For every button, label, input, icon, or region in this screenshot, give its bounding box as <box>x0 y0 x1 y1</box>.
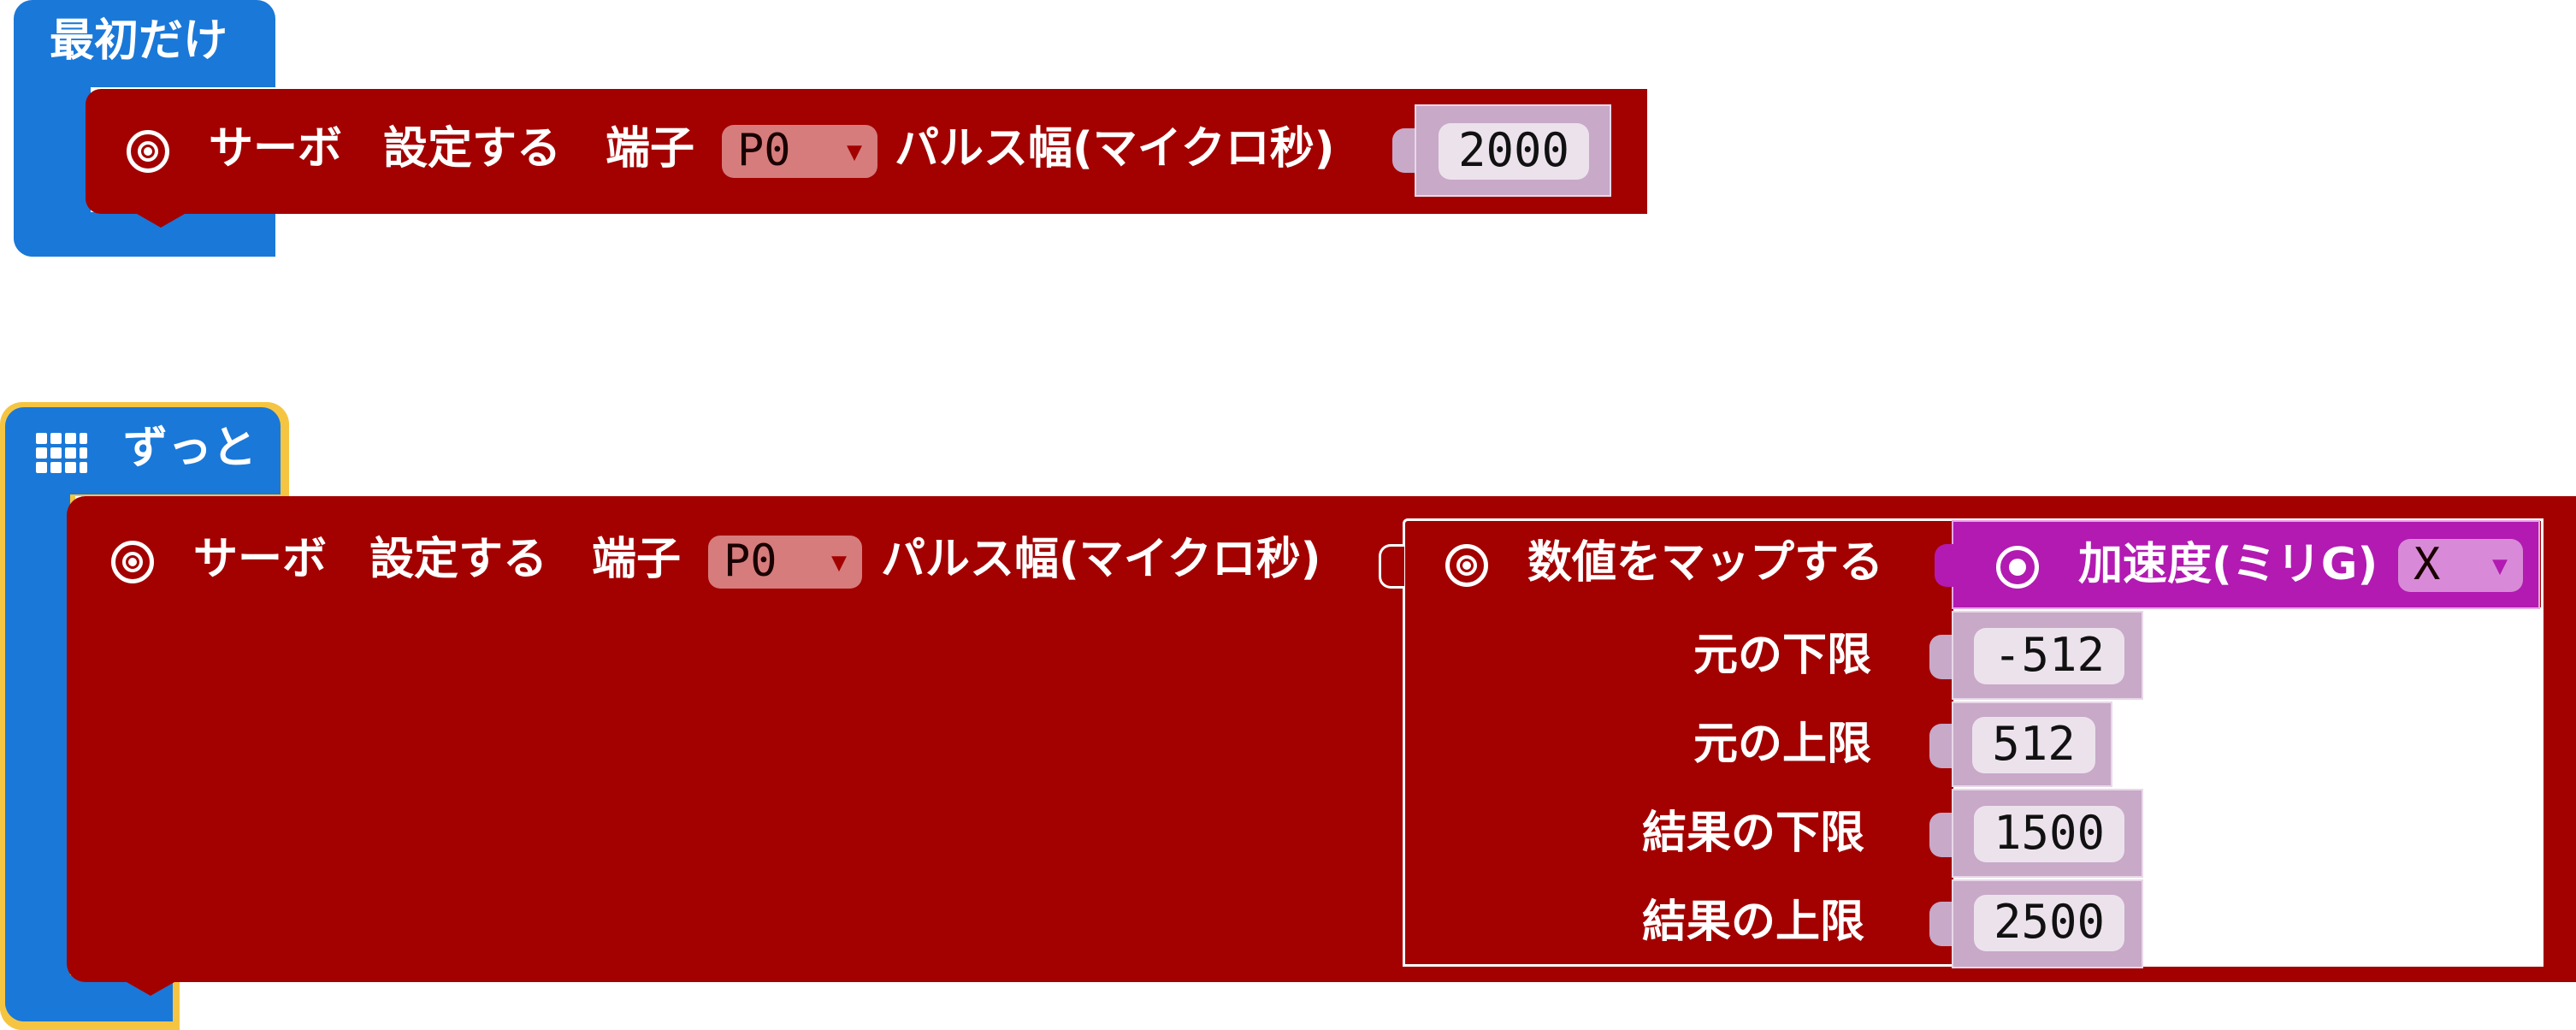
pulse-number-input[interactable]: 2000 <box>1439 123 1589 180</box>
pin-label: 端子 <box>606 123 695 175</box>
accel-label: 加速度(ミリG) <box>2078 539 2378 590</box>
to-high-input[interactable]: 2500 <box>1974 895 2124 951</box>
to-low-label: 結果の下限 <box>1642 808 1865 859</box>
map-input-connector <box>1379 544 1404 589</box>
from-low-input[interactable]: -512 <box>1974 628 2124 684</box>
target-icon-dot <box>144 147 152 156</box>
forever-body-left <box>5 479 70 1021</box>
target-icon-dot <box>1462 561 1471 570</box>
pin-dropdown[interactable]: P0 ▼ <box>722 125 877 178</box>
chevron-down-icon: ▼ <box>2491 551 2508 581</box>
block-notch <box>127 982 174 996</box>
from-low-label: 元の下限 <box>1693 630 1872 681</box>
pulse-label: パルス幅(マイクロ秒) <box>895 123 1335 175</box>
accel-connector <box>1935 544 1959 587</box>
chevron-down-icon: ▼ <box>830 548 847 577</box>
axis-dropdown[interactable]: X ▼ <box>2398 539 2523 592</box>
set-label: 設定する <box>383 123 562 175</box>
axis-value: X <box>2414 539 2441 590</box>
set-label: 設定する <box>369 534 548 585</box>
servo-label: サーボ <box>209 123 343 175</box>
pin-value: P0 <box>737 125 791 176</box>
pin-label: 端子 <box>592 534 682 585</box>
pin-dropdown[interactable]: P0 ▼ <box>708 536 862 589</box>
target-icon-dot <box>128 558 137 566</box>
from-high-input[interactable]: 512 <box>1972 717 2095 773</box>
pulse-label: パルス幅(マイクロ秒) <box>881 534 1321 585</box>
block-notch <box>137 214 185 228</box>
from-high-label: 元の上限 <box>1693 719 1872 770</box>
grid-icon <box>36 433 87 476</box>
on-start-label: 最初だけ <box>50 15 228 67</box>
servo-label: サーボ <box>193 534 328 585</box>
pin-value: P0 <box>724 536 777 587</box>
to-high-label: 結果の上限 <box>1642 897 1865 948</box>
chevron-down-icon: ▼ <box>846 137 862 167</box>
forever-label: ずっと <box>123 423 257 474</box>
to-low-input[interactable]: 1500 <box>1974 806 2124 862</box>
target-icon-dot <box>2009 559 2026 576</box>
map-label: 数値をマップする <box>1527 537 1884 589</box>
